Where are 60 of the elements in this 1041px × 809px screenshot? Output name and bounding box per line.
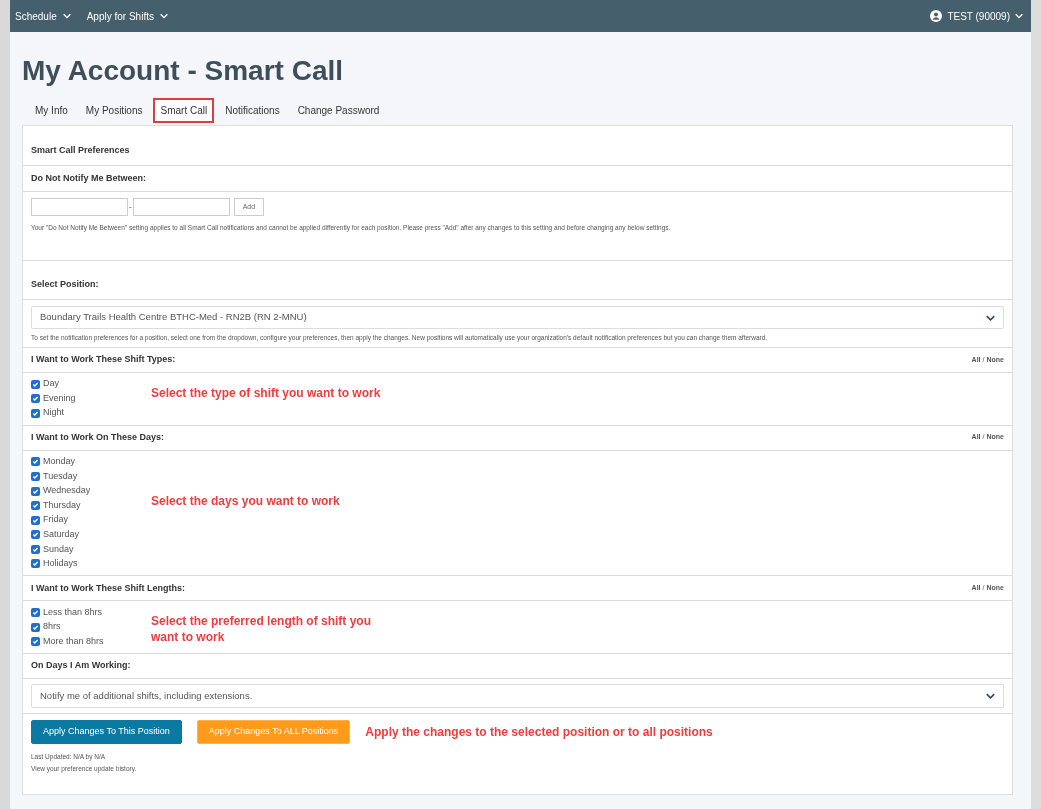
checkbox[interactable] — [31, 486, 40, 496]
range-separator: - — [128, 201, 133, 213]
annotation-text: Apply the changes to the selected position or to all positions — [365, 724, 713, 742]
checkbox-label: More than 8hrs — [43, 635, 104, 648]
checkbox[interactable] — [31, 515, 40, 525]
nav-menu[interactable]: Schedule — [15, 8, 71, 24]
checkbox-label: Thursday — [43, 498, 81, 512]
annotation-text: Select the preferred length of shift you want to work — [151, 613, 373, 646]
section-heading: I Want to Work On These Days: — [31, 430, 166, 444]
annotation-text: Select the days you want to work — [151, 492, 341, 509]
tab[interactable]: Change Password — [290, 97, 387, 123]
chevron-down-icon — [1015, 13, 1023, 19]
checkbox-label: Night — [43, 406, 64, 420]
checkbox-label: Less than 8hrs — [43, 605, 103, 619]
checkbox[interactable] — [31, 471, 40, 481]
checkbox-label: Day — [43, 377, 59, 391]
chevron-down-icon — [159, 13, 168, 19]
chevron-down-icon — [986, 693, 995, 700]
end-time-field[interactable] — [132, 198, 230, 216]
checkbox-label: 8hrs — [43, 620, 61, 634]
checkbox[interactable] — [31, 379, 40, 389]
checkbox-label: Sunday — [43, 542, 74, 556]
section-heading: I Want to Work These Shift Lengths: — [31, 581, 186, 595]
checkbox-label: Friday — [43, 513, 68, 527]
checkbox[interactable] — [31, 501, 40, 511]
notification-dropdown[interactable]: Notify me of additional shifts, including extensions. — [31, 684, 1004, 709]
checkbox[interactable] — [31, 457, 40, 467]
checkbox-label: Monday — [43, 455, 76, 469]
checkbox-label: Holidays — [43, 557, 78, 571]
checkbox[interactable] — [31, 559, 40, 569]
section-heading: I Want to Work These Shift Types: — [31, 353, 177, 366]
section-heading: Smart Call Preferences — [31, 143, 130, 157]
section-heading: On Days I Am Working: — [31, 659, 131, 673]
user-avatar-icon — [930, 10, 943, 22]
position-dropdown[interactable]: Boundary Trails Health Centre BTHC-Med - RN2B (RN 2-MNU) — [31, 306, 1004, 329]
section-heading: Do Not Notify Me Between: — [31, 171, 146, 185]
checkbox-label: Saturday — [43, 528, 80, 542]
checkbox-label: Evening — [43, 391, 76, 405]
start-time-field[interactable] — [31, 198, 128, 216]
checkbox-label: Tuesday — [43, 469, 78, 483]
tab[interactable]: Notifications — [218, 97, 287, 123]
chevron-down-icon — [986, 314, 995, 321]
checkbox[interactable] — [31, 544, 40, 554]
checkbox[interactable] — [31, 637, 40, 647]
checkbox-label: Wednesday — [43, 484, 91, 498]
page-title: My Account - Smart Call — [22, 54, 344, 88]
checkbox[interactable] — [31, 530, 40, 540]
tab[interactable]: Smart Call — [153, 97, 215, 123]
checkbox[interactable] — [31, 622, 40, 632]
section-heading: Select Position: — [31, 277, 99, 291]
tab[interactable]: My Positions — [78, 97, 150, 123]
tab[interactable]: My Info — [28, 97, 75, 123]
apply-button[interactable]: Apply Changes To This Position — [31, 720, 182, 745]
checkbox[interactable] — [31, 408, 40, 418]
user-menu[interactable]: TEST (90009) — [930, 8, 1023, 24]
annotation-text: Select the type of shift you want to work — [151, 384, 381, 401]
chevron-down-icon — [62, 13, 71, 19]
checkbox[interactable] — [31, 608, 40, 618]
nav-menu[interactable]: Apply for Shifts — [86, 8, 168, 24]
checkbox[interactable] — [31, 394, 40, 404]
